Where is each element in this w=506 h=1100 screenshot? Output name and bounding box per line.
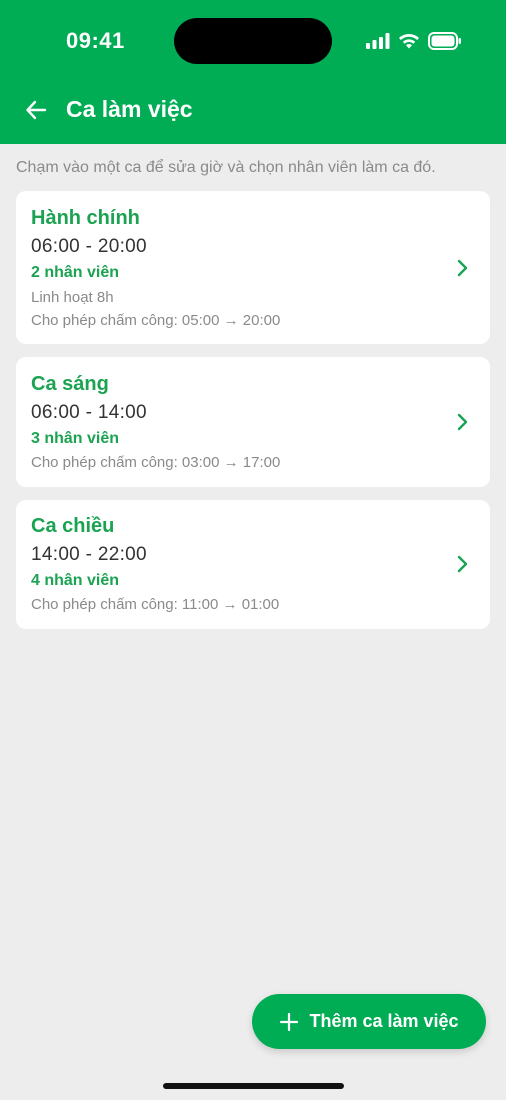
shift-name: Ca sáng: [31, 373, 109, 395]
shift-time: 06:00 - 20:00: [31, 236, 147, 257]
page-title: Ca làm việc: [66, 96, 193, 122]
chevron-right-icon: [457, 259, 468, 277]
shift-punch-window: Cho phép chấm công: 03:00 → 17:00: [31, 454, 281, 471]
shift-name: Ca chiều: [31, 515, 115, 537]
shift-staff-count: 4 nhân viên: [31, 572, 120, 589]
back-button[interactable]: [22, 96, 50, 124]
shift-card-ca-chieu[interactable]: Ca chiều 14:00 - 22:00 4 nhân viên Cho p…: [16, 500, 490, 629]
wifi-icon: [399, 34, 419, 49]
arrow-left-icon: [26, 100, 47, 120]
shift-punch-window: Cho phép chấm công: 11:00 → 01:00: [31, 596, 280, 613]
shift-card-hanh-chinh[interactable]: Hành chính 06:00 - 20:00 2 nhân viên Lin…: [16, 191, 490, 344]
shift-name: Hành chính: [31, 207, 140, 229]
shift-time: 14:00 - 22:00: [31, 544, 147, 565]
shift-staff-count: 3 nhân viên: [31, 430, 120, 447]
status-icons: [366, 30, 462, 52]
signal-icon: [366, 33, 390, 49]
shift-staff-count: 2 nhân viên: [31, 264, 120, 281]
status-time: 09:41: [66, 28, 125, 53]
battery-icon: [428, 32, 461, 50]
shift-time: 06:00 - 14:00: [31, 402, 147, 423]
instruction-text: Chạm vào một ca để sửa giờ và chọn nhân …: [16, 159, 436, 176]
shift-punch-window: Cho phép chấm công: 05:00 → 20:00: [31, 312, 281, 329]
chevron-right-icon: [457, 413, 468, 431]
dynamic-island: [174, 18, 332, 64]
add-shift-label: Thêm ca làm việc: [309, 1011, 459, 1031]
shift-card-ca-sang[interactable]: Ca sáng 06:00 - 14:00 3 nhân viên Cho ph…: [16, 357, 490, 487]
shift-flex-hours: Linh hoạt 8h: [31, 289, 114, 306]
add-shift-button[interactable]: Thêm ca làm việc: [252, 994, 486, 1049]
chevron-right-icon: [457, 555, 468, 573]
plus-icon: [280, 1012, 299, 1031]
app-header: 09:41 Ca làm việc: [0, 0, 506, 144]
home-indicator: [163, 1083, 344, 1089]
